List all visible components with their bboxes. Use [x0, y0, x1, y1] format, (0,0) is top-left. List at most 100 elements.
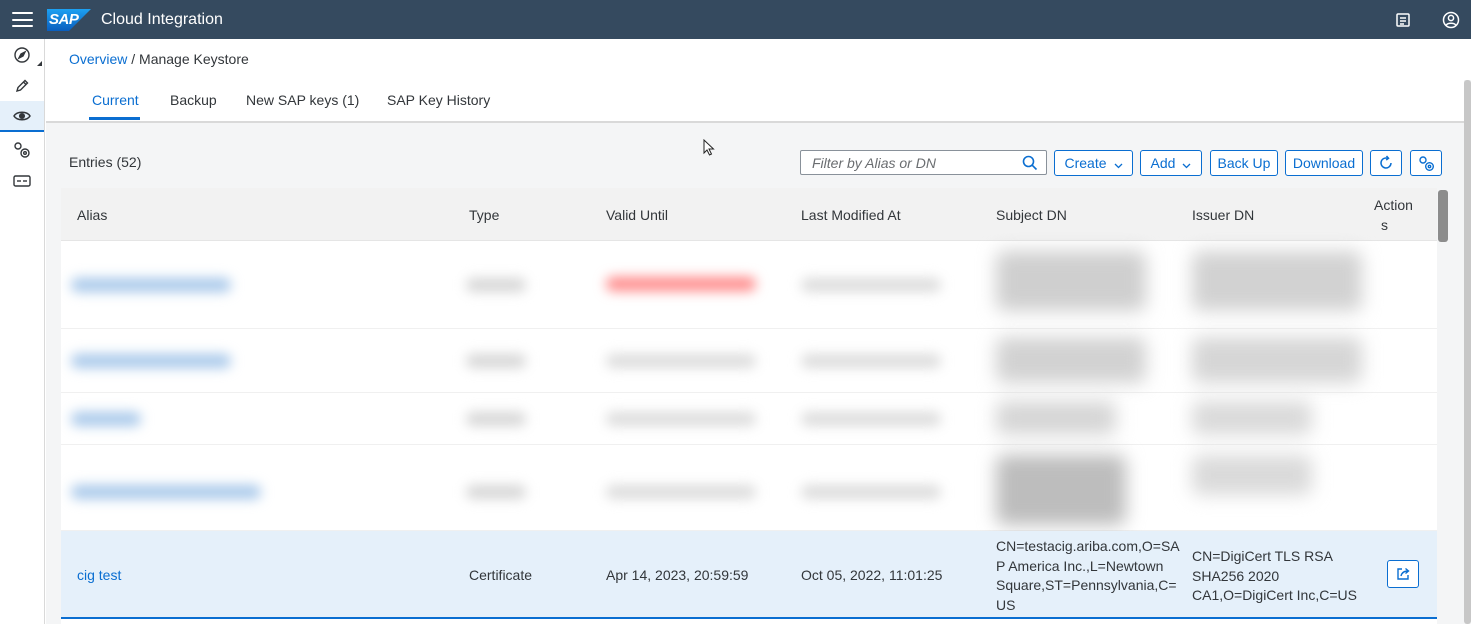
redacted-text: [71, 354, 231, 368]
mouse-cursor-icon: [703, 139, 715, 156]
active-tab-indicator: [89, 117, 140, 120]
redacted-text: [466, 412, 526, 426]
tab-new-sap-keys[interactable]: New SAP keys (1): [246, 92, 359, 108]
keystore-panel: Entries (52) Create Add Back Up Download…: [46, 123, 1464, 624]
column-header-actions[interactable]: Action: [1374, 197, 1413, 213]
redacted-text: [606, 354, 756, 368]
tab-bar: Current Backup New SAP keys (1) SAP Key …: [46, 80, 1464, 123]
shell-bar: SAP Cloud Integration: [0, 0, 1471, 39]
subject-dn-cell: CN=testacig.ariba.com,O=SA P America Inc…: [996, 537, 1181, 615]
nav-discover[interactable]: [0, 39, 44, 70]
refresh-button[interactable]: [1370, 150, 1402, 176]
redacted-text: [71, 278, 231, 292]
issuer-dn-cell: CN=DigiCert TLS RSA SHA256 2020 CA1,O=Di…: [1192, 547, 1372, 606]
issuer-dn-line: SHA256 2020: [1192, 567, 1280, 584]
valid-until-cell: Apr 14, 2023, 20:59:59: [606, 567, 749, 583]
breadcrumb-overview-link[interactable]: Overview: [69, 51, 127, 67]
table-settings-button[interactable]: [1410, 150, 1442, 176]
redacted-text: [801, 412, 941, 426]
table-row[interactable]: [61, 241, 1437, 329]
table-row-selected[interactable]: cig test Certificate Apr 14, 2023, 20:59…: [61, 531, 1437, 619]
table-row[interactable]: [61, 329, 1437, 393]
column-header-valid-until[interactable]: Valid Until: [606, 207, 668, 223]
nav-monitor[interactable]: [0, 101, 44, 132]
create-button-label: Create: [1064, 155, 1107, 171]
back-up-button[interactable]: Back Up: [1210, 150, 1278, 176]
redacted-text: [996, 401, 1116, 435]
table-header: Alias Type Valid Until Last Modified At …: [61, 188, 1437, 241]
redacted-text: [466, 278, 526, 292]
breadcrumb-separator: /: [131, 51, 136, 67]
redacted-text: [71, 485, 261, 499]
menu-icon[interactable]: [12, 12, 33, 27]
search-icon[interactable]: [1022, 155, 1038, 171]
expand-indicator: [37, 61, 42, 66]
tab-sap-key-history[interactable]: SAP Key History: [387, 92, 490, 108]
column-header-type[interactable]: Type: [469, 207, 499, 223]
filter-input[interactable]: [801, 151, 1016, 174]
page-scroll-thumb[interactable]: [1464, 80, 1471, 624]
side-navigation: [0, 39, 45, 624]
redacted-text: [996, 455, 1126, 525]
issuer-dn-line: CN=DigiCert TLS RSA: [1192, 548, 1333, 564]
monitor-icon: [13, 111, 31, 120]
add-button-label: Add: [1150, 155, 1176, 171]
sap-logo-text: SAP: [49, 10, 79, 28]
redacted-text: [801, 354, 941, 368]
redacted-text: [466, 354, 526, 368]
breadcrumb: Overview / Manage Keystore: [69, 51, 249, 67]
api-icon: [13, 174, 31, 187]
design-icon: [15, 79, 29, 92]
table-scroll-thumb[interactable]: [1438, 190, 1448, 242]
redacted-text: [606, 277, 756, 291]
table-row[interactable]: [61, 393, 1437, 445]
page-scrollbar[interactable]: [1464, 80, 1471, 624]
download-button[interactable]: Download: [1285, 150, 1363, 176]
issuer-dn-line: CA1,O=DigiCert Inc,C=US: [1192, 587, 1357, 603]
column-header-actions-wrap: s: [1381, 217, 1388, 233]
redacted-text: [1192, 455, 1312, 495]
column-header-issuer-dn[interactable]: Issuer DN: [1192, 207, 1254, 223]
sap-logo[interactable]: SAP: [47, 8, 91, 31]
settings-icon: [1418, 155, 1434, 171]
keystore-table: Alias Type Valid Until Last Modified At …: [61, 188, 1437, 624]
column-header-last-modified[interactable]: Last Modified At: [801, 207, 901, 223]
user-icon[interactable]: [1441, 10, 1461, 30]
tab-current[interactable]: Current: [92, 92, 139, 108]
nav-design[interactable]: [0, 70, 44, 101]
refresh-icon: [1380, 155, 1392, 169]
redacted-text: [1192, 251, 1362, 311]
table-scrollbar[interactable]: [1437, 188, 1450, 624]
redacted-text: [801, 485, 941, 499]
filter-search-field: [800, 150, 1047, 175]
redacted-text: [996, 251, 1146, 311]
redacted-text: [606, 412, 756, 426]
chevron-down-icon: [1114, 163, 1122, 169]
add-button[interactable]: Add: [1140, 150, 1202, 176]
column-header-subject-dn[interactable]: Subject DN: [996, 207, 1067, 223]
redacted-text: [801, 278, 941, 292]
row-action-button[interactable]: [1387, 560, 1419, 588]
share-icon: [1397, 567, 1410, 580]
breadcrumb-current: Manage Keystore: [139, 51, 249, 67]
redacted-text: [996, 337, 1146, 383]
discover-icon: [14, 46, 30, 63]
redacted-text: [1192, 401, 1312, 435]
tab-backup[interactable]: Backup: [170, 92, 217, 108]
settings-icon: [14, 141, 30, 158]
type-cell: Certificate: [469, 567, 533, 583]
redacted-text: [466, 485, 526, 499]
subject-dn-line: Square,ST=Pennsylvania,C=: [996, 577, 1177, 593]
nav-settings[interactable]: [0, 134, 44, 165]
redacted-text: [71, 412, 141, 426]
table-row[interactable]: [61, 445, 1437, 531]
create-button[interactable]: Create: [1054, 150, 1133, 176]
chevron-down-icon: [1182, 163, 1191, 169]
alias-link[interactable]: cig test: [77, 566, 121, 586]
subject-dn-line: P America Inc.,L=Newtown: [996, 557, 1164, 574]
notes-icon[interactable]: [1393, 10, 1413, 30]
column-header-alias[interactable]: Alias: [77, 207, 107, 223]
subject-dn-line: CN=testacig.ariba.com,O=SA: [996, 538, 1180, 554]
nav-api[interactable]: [0, 165, 44, 196]
redacted-text: [606, 485, 756, 499]
